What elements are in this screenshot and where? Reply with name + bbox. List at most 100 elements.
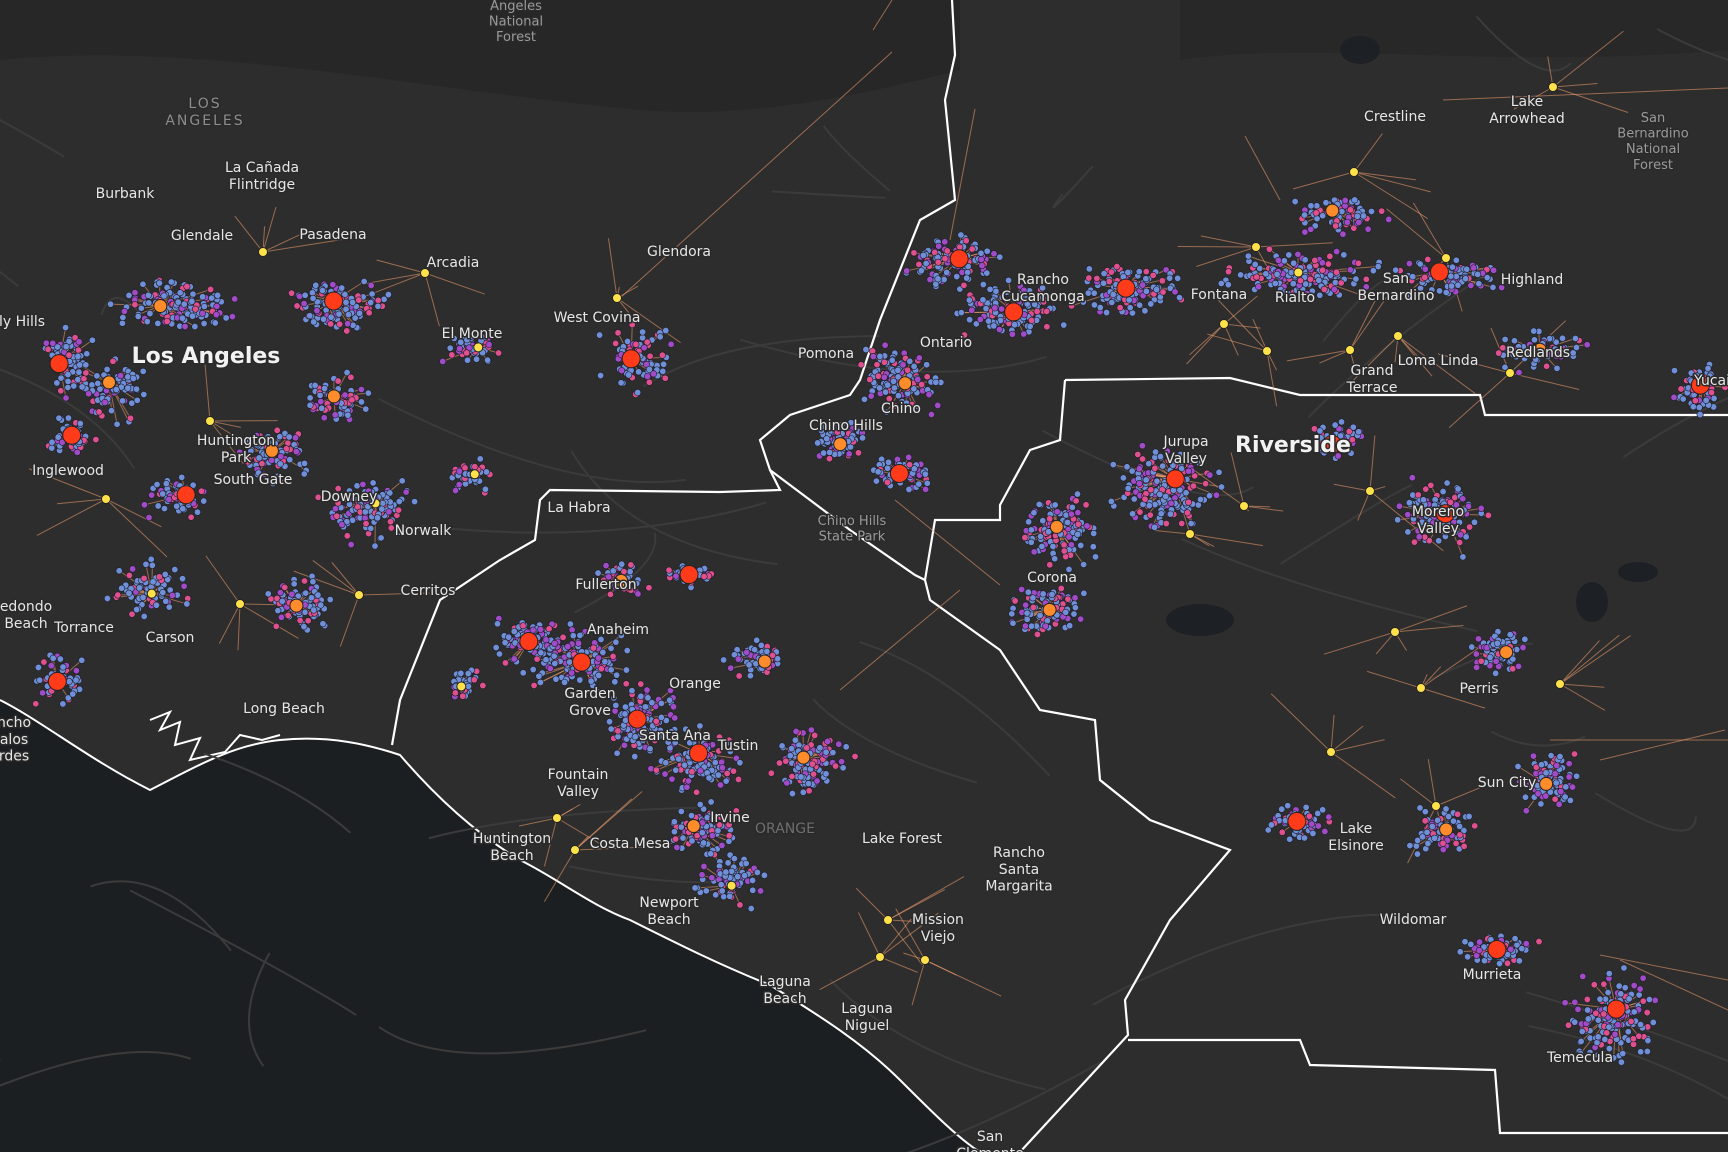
network-node (1301, 256, 1309, 264)
network-node (193, 508, 201, 516)
network-node (171, 566, 179, 574)
network-node (1474, 270, 1482, 278)
network-node (1124, 484, 1132, 492)
network-node (1475, 280, 1483, 288)
network-node (869, 353, 877, 361)
network-node (1301, 228, 1309, 236)
network-node (1442, 805, 1450, 813)
network-node (1171, 288, 1179, 296)
network-node (117, 372, 125, 380)
network-node (1569, 349, 1577, 357)
network-node (360, 278, 368, 286)
network-node (331, 411, 339, 419)
network-node (306, 394, 314, 402)
network-node (93, 372, 101, 380)
network-node (934, 401, 942, 409)
network-node (1215, 468, 1223, 476)
network-node (1167, 510, 1175, 518)
network-node (292, 434, 300, 442)
network-node (1571, 750, 1579, 758)
network-node (1341, 196, 1349, 204)
network-node (1473, 663, 1481, 671)
network-node (180, 582, 188, 590)
network-node (483, 468, 491, 476)
network-node (107, 407, 115, 415)
network-node (1466, 523, 1474, 531)
network-node (1522, 807, 1530, 815)
network-node (1534, 790, 1542, 798)
network-node (65, 678, 73, 686)
network-node (1327, 271, 1335, 279)
network-node (1135, 480, 1143, 488)
network-node (358, 398, 366, 406)
network-node (1254, 283, 1262, 291)
network-node (1093, 274, 1101, 282)
network-node (876, 352, 884, 360)
network-node (395, 506, 403, 514)
network-node (347, 541, 355, 549)
network-node (1141, 307, 1149, 315)
network-node (319, 620, 327, 628)
network-node (646, 352, 654, 360)
network-node (72, 676, 80, 684)
network-node (658, 351, 666, 359)
network-node (1313, 202, 1321, 210)
network-node (1074, 509, 1082, 517)
network-node (293, 302, 301, 310)
network-node (109, 357, 117, 365)
network-node (1542, 769, 1550, 777)
network-node (92, 436, 100, 444)
network-node (823, 435, 831, 443)
network-node (1107, 268, 1115, 276)
network-node (463, 349, 471, 357)
network-node (1708, 389, 1716, 397)
network-node (1039, 590, 1047, 598)
network-node (140, 612, 148, 620)
network-node (904, 366, 912, 374)
network-node (1156, 490, 1164, 498)
network-node (153, 480, 161, 488)
network-node (1146, 511, 1154, 519)
network-node (1147, 300, 1155, 308)
network-node (1521, 635, 1529, 643)
network-node (402, 488, 410, 496)
network-node (1492, 669, 1500, 677)
network-node (118, 319, 126, 327)
network-node (1190, 482, 1198, 490)
network-node (826, 448, 834, 456)
network-node (1035, 500, 1043, 508)
network-node (1218, 483, 1226, 491)
network-node (1378, 207, 1386, 215)
network-node (129, 374, 137, 382)
network-node (1551, 770, 1559, 778)
network-node (1332, 222, 1340, 230)
network-node (471, 463, 479, 471)
network-node (258, 460, 266, 468)
network-node (1153, 477, 1161, 485)
network-node (1704, 364, 1712, 372)
network-node (625, 371, 633, 379)
network-node (1501, 335, 1509, 343)
network-node (1470, 264, 1478, 272)
network-node (919, 251, 927, 259)
network-node (915, 260, 923, 268)
network-node (645, 365, 653, 373)
network-node (923, 361, 931, 369)
network-node (159, 490, 167, 498)
network-node (288, 590, 296, 598)
network-node (34, 663, 42, 671)
network-node (643, 372, 651, 380)
network-node (374, 296, 382, 304)
network-node (367, 299, 375, 307)
network-node (1573, 772, 1581, 780)
network-node (1153, 286, 1161, 294)
network-node (1107, 497, 1115, 505)
network-node (198, 309, 206, 317)
network-node (321, 385, 329, 393)
network-node (228, 313, 236, 321)
network-node (133, 385, 141, 393)
network-node (143, 318, 151, 326)
network-node (1018, 585, 1026, 593)
network-node (1471, 518, 1479, 526)
map-canvas[interactable]: Angeles National Forest LOS ANGELES Burbank… (0, 0, 1728, 1152)
